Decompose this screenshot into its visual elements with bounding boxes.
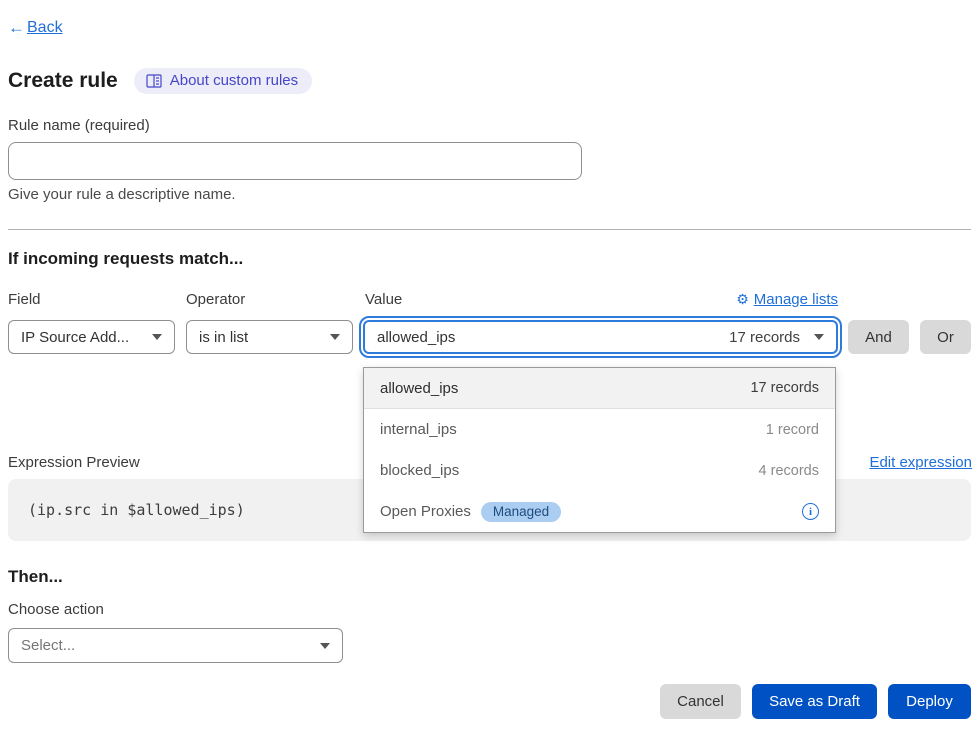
- manage-lists-link[interactable]: ⚙ Manage lists: [736, 291, 838, 308]
- list-option-internal-ips[interactable]: internal_ips 1 record: [364, 409, 835, 450]
- list-option-name: blocked_ips: [380, 462, 459, 479]
- chevron-down-icon: [330, 334, 340, 340]
- list-option-record-count: 17 records: [750, 380, 819, 396]
- page-title: Create rule: [8, 69, 118, 93]
- about-custom-rules-label: About custom rules: [170, 72, 298, 89]
- action-select-placeholder: Select...: [21, 637, 75, 654]
- expression-preview-label: Expression Preview: [8, 454, 140, 471]
- or-button[interactable]: Or: [920, 320, 971, 354]
- back-arrow-icon: ←: [8, 18, 25, 38]
- about-custom-rules-link[interactable]: About custom rules: [134, 68, 312, 94]
- then-section-heading: Then...: [8, 567, 63, 587]
- cancel-button[interactable]: Cancel: [660, 684, 741, 719]
- list-option-name: allowed_ips: [380, 380, 458, 397]
- action-select[interactable]: Select...: [8, 628, 343, 663]
- field-select[interactable]: IP Source Add...: [8, 320, 175, 354]
- list-option-name: internal_ips: [380, 421, 457, 438]
- choose-action-label: Choose action: [8, 601, 104, 618]
- back-link-label: Back: [27, 19, 63, 37]
- manage-lists-label: Manage lists: [754, 291, 838, 308]
- rule-name-label: Rule name (required): [8, 117, 150, 134]
- chevron-down-icon: [814, 334, 824, 340]
- list-option-open-proxies[interactable]: Open Proxies Managed i: [364, 491, 835, 532]
- book-icon: [146, 74, 162, 88]
- operator-label: Operator: [186, 291, 245, 308]
- field-select-value: IP Source Add...: [21, 329, 129, 346]
- match-section-heading: If incoming requests match...: [8, 249, 243, 269]
- chevron-down-icon: [320, 643, 330, 649]
- expression-code: (ip.src in $allowed_ips): [28, 501, 245, 519]
- field-label: Field: [8, 291, 41, 308]
- list-option-allowed-ips[interactable]: allowed_ips 17 records: [364, 368, 835, 409]
- edit-expression-link[interactable]: Edit expression: [869, 454, 972, 471]
- list-option-record-count: 1 record: [766, 422, 819, 438]
- deploy-button[interactable]: Deploy: [888, 684, 971, 719]
- operator-select-value: is in list: [199, 329, 248, 346]
- save-as-draft-button[interactable]: Save as Draft: [752, 684, 877, 719]
- value-select[interactable]: allowed_ips 17 records: [363, 320, 838, 354]
- rule-name-input[interactable]: [8, 142, 582, 180]
- list-option-name: Open Proxies: [380, 503, 471, 520]
- info-icon[interactable]: i: [802, 503, 819, 520]
- gear-icon: ⚙: [736, 291, 749, 308]
- list-option-record-count: 4 records: [759, 463, 819, 479]
- create-rule-page: ← Back Create rule About custom rules Ru…: [0, 0, 979, 739]
- value-label: Value: [365, 291, 402, 308]
- managed-badge: Managed: [481, 502, 561, 522]
- back-link[interactable]: ← Back: [8, 18, 63, 38]
- and-button[interactable]: And: [848, 320, 909, 354]
- value-select-value: allowed_ips: [377, 329, 455, 346]
- rule-name-helper: Give your rule a descriptive name.: [8, 186, 236, 203]
- list-option-blocked-ips[interactable]: blocked_ips 4 records: [364, 450, 835, 491]
- operator-select[interactable]: is in list: [186, 320, 353, 354]
- value-select-record-count: 17 records: [729, 329, 804, 346]
- title-row: Create rule About custom rules: [8, 68, 312, 94]
- section-divider: [8, 229, 971, 230]
- list-dropdown-panel: allowed_ips 17 records internal_ips 1 re…: [363, 367, 836, 533]
- chevron-down-icon: [152, 334, 162, 340]
